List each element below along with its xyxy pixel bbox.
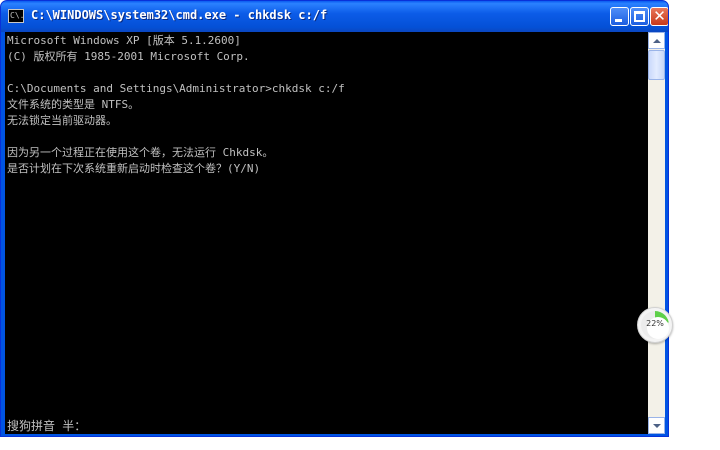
cmd-icon[interactable]: C\. [8, 9, 24, 23]
cmd-icon-text: C\. [10, 11, 25, 20]
maximize-button[interactable] [630, 7, 649, 26]
close-icon: ✕ [653, 7, 666, 25]
console-line: 是否计划在下次系统重新启动时检查这个卷？(Y/N) [7, 162, 261, 175]
console-line: (C) 版权所有 1985-2001 Microsoft Corp. [7, 50, 250, 63]
ime-status-text: 搜狗拼音 半： [7, 419, 87, 433]
console-line: 因为另一个过程正在使用这个卷，无法运行 Chkdsk。 [7, 146, 274, 159]
vertical-scrollbar[interactable] [648, 32, 665, 434]
minimize-icon [615, 19, 622, 22]
minimize-button[interactable] [610, 7, 629, 26]
progress-percent-label: 22% [646, 319, 664, 328]
cmd-window: C\. C:\WINDOWS\system32\cmd.exe - chkdsk… [0, 0, 669, 437]
scroll-thumb[interactable] [648, 50, 665, 80]
title-bar[interactable]: C\. C:\WINDOWS\system32\cmd.exe - chkdsk… [1, 1, 668, 32]
scroll-up-button[interactable] [648, 32, 665, 49]
scroll-down-button[interactable] [648, 417, 665, 434]
console-line: 无法锁定当前驱动器。 [7, 114, 117, 127]
scroll-up-arrow-icon [653, 39, 661, 43]
window-title: C:\WINDOWS\system32\cmd.exe - chkdsk c:/… [31, 8, 328, 22]
progress-ball-widget[interactable]: 22% [637, 307, 673, 343]
console-output[interactable]: Microsoft Windows XP [版本 5.1.2600] (C) 版… [5, 32, 648, 434]
scroll-down-arrow-icon [653, 424, 661, 428]
console-line: C:\Documents and Settings\Administrator>… [7, 82, 345, 95]
console-line: Microsoft Windows XP [版本 5.1.2600] [7, 34, 241, 47]
maximize-icon [634, 11, 645, 22]
close-button[interactable]: ✕ [650, 7, 668, 26]
console-line: 文件系统的类型是 NTFS。 [7, 98, 140, 111]
